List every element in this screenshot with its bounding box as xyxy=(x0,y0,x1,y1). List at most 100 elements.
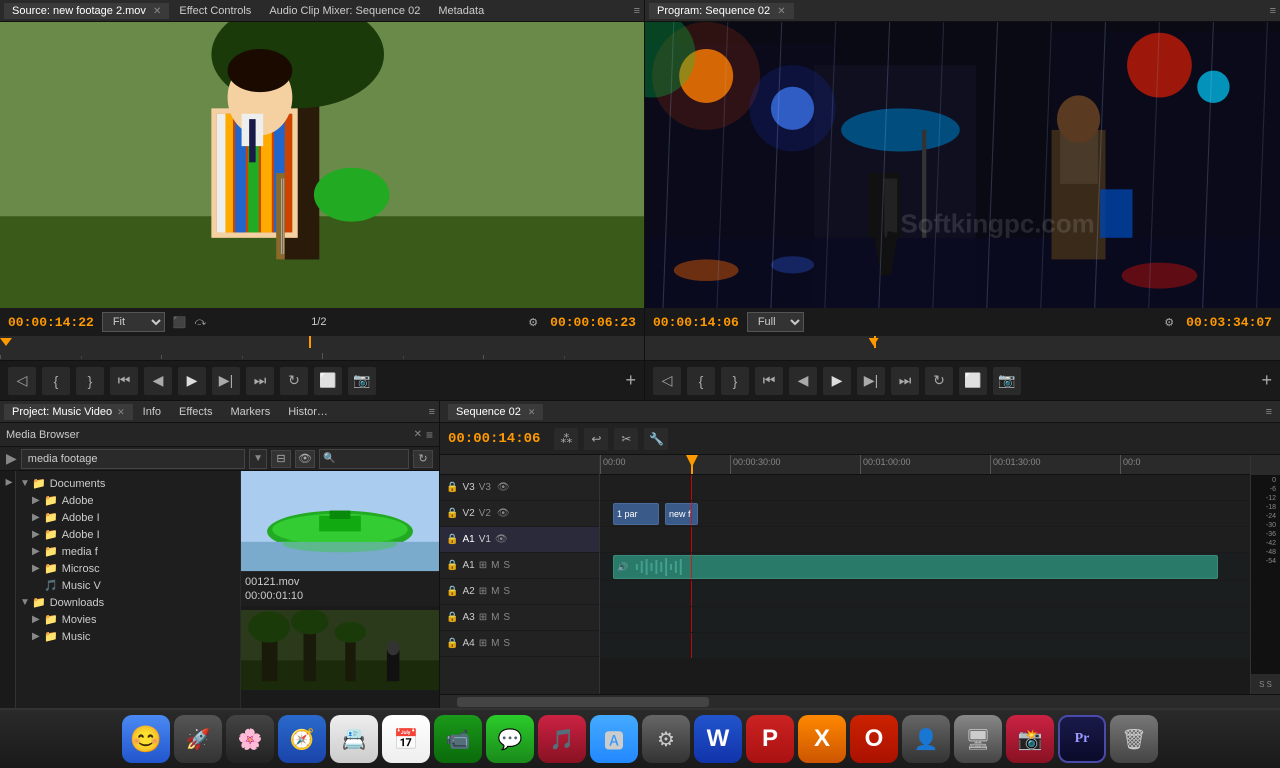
program-fit-dropdown[interactable]: Full Fit 50% xyxy=(747,312,804,332)
tab-project[interactable]: Project: Music Video ✕ xyxy=(4,404,133,420)
v2-lock-icon[interactable]: 🔒 xyxy=(446,508,458,519)
source-loop[interactable]: ↻ xyxy=(280,367,308,395)
v2-clip-1[interactable]: 1 par xyxy=(613,503,659,525)
tree-item-music[interactable]: ▶ 📁 Music xyxy=(16,628,240,645)
a4-m-btn[interactable]: M xyxy=(491,638,499,649)
program-ruler[interactable] xyxy=(645,348,1280,360)
tree-item-documents[interactable]: ▼ 📁 Documents xyxy=(16,475,240,492)
program-scrub-bar[interactable] xyxy=(645,336,1280,348)
source-settings-icon[interactable]: ⚙ xyxy=(528,316,538,329)
source-play[interactable]: ▶ xyxy=(178,367,206,395)
source-mark-out[interactable]: } xyxy=(76,367,104,395)
source-step-back[interactable]: ◀ xyxy=(144,367,172,395)
project-panel-menu[interactable]: ≡ xyxy=(429,406,435,418)
dock-powerpoint[interactable]: P xyxy=(746,715,794,763)
search-input[interactable] xyxy=(338,453,408,465)
dock-remote[interactable]: 🖥 xyxy=(954,715,1002,763)
prog-step-fwd[interactable]: ▶| xyxy=(857,367,885,395)
tab-markers[interactable]: Markers xyxy=(222,404,278,420)
source-step-fwd[interactable]: ▶| xyxy=(212,367,240,395)
dock-music[interactable]: 🎵 xyxy=(538,715,586,763)
timeline-scrollbar[interactable] xyxy=(440,694,1280,708)
tree-item-downloads[interactable]: ▼ 📁 Downloads xyxy=(16,594,240,611)
source-ruler[interactable] xyxy=(0,348,644,360)
dock-opera[interactable]: O xyxy=(850,715,898,763)
v3-lock-icon[interactable]: 🔒 xyxy=(446,482,458,493)
tree-item-microsc[interactable]: ▶ 📁 Microsc xyxy=(16,560,240,577)
tree-item-mediaf[interactable]: ▶ 📁 media f xyxy=(16,543,240,560)
track-row-a2[interactable] xyxy=(600,581,1250,607)
source-mark-clip[interactable]: { xyxy=(42,367,70,395)
a1-s-btn[interactable]: S xyxy=(503,560,510,571)
tab-effect-controls[interactable]: Effect Controls xyxy=(171,3,259,19)
tree-item-movies[interactable]: ▶ 📁 Movies xyxy=(16,611,240,628)
prog-loop[interactable]: ↻ xyxy=(925,367,953,395)
prog-mark-out[interactable]: } xyxy=(721,367,749,395)
close-project-tab[interactable]: ✕ xyxy=(117,407,125,417)
v1-lock-icon[interactable]: 🔒 xyxy=(446,534,458,545)
dock-launchpad[interactable]: 🚀 xyxy=(174,715,222,763)
dock-calendar[interactable]: 📅 xyxy=(382,715,430,763)
prog-goto-in[interactable]: ⏮ xyxy=(755,367,783,395)
a1-lock-icon[interactable]: 🔒 xyxy=(446,560,458,571)
close-program-tab[interactable]: ✕ xyxy=(777,6,785,17)
dock-photos[interactable]: 🌸 xyxy=(226,715,274,763)
prog-play[interactable]: ▶ xyxy=(823,367,851,395)
source-goto-in[interactable]: ⏮ xyxy=(110,367,138,395)
dock-premiere[interactable]: Pr xyxy=(1058,715,1106,763)
source-insert-icon[interactable]: ⬛ xyxy=(173,316,187,329)
source-mark-in[interactable]: ◁ xyxy=(8,367,36,395)
dock-xmind[interactable]: X xyxy=(798,715,846,763)
track-row-a1[interactable]: 🔊 xyxy=(600,553,1250,581)
filter-icon[interactable]: ⊟ xyxy=(271,450,291,468)
a2-lock-icon[interactable]: 🔒 xyxy=(446,586,458,597)
source-add-btn[interactable]: + xyxy=(625,370,636,391)
a1-clip[interactable]: 🔊 xyxy=(613,555,1218,579)
scrollbar-thumb[interactable] xyxy=(457,697,709,707)
source-extract-icon[interactable]: ⤼ xyxy=(195,316,207,329)
track-row-a3[interactable] xyxy=(600,607,1250,633)
tree-item-adobe2[interactable]: ▶ 📁 Adobe I xyxy=(16,509,240,526)
prog-goto-out[interactable]: ⏭ xyxy=(891,367,919,395)
tl-ripple-btn[interactable]: ↩ xyxy=(584,428,608,450)
dock-photobooth[interactable]: 📸 xyxy=(1006,715,1054,763)
close-media-browser[interactable]: ✕ xyxy=(414,429,422,440)
track-row-v1[interactable] xyxy=(600,527,1250,553)
tree-item-adobe3[interactable]: ▶ 📁 Adobe I xyxy=(16,526,240,543)
a1-m-btn[interactable]: M xyxy=(491,560,499,571)
a3-s-btn[interactable]: S xyxy=(503,612,510,623)
dock-activity[interactable]: ⚙ xyxy=(642,715,690,763)
dock-messages[interactable]: 💬 xyxy=(486,715,534,763)
a3-lock-icon[interactable]: 🔒 xyxy=(446,612,458,623)
v3-eye-icon[interactable]: 👁 xyxy=(497,482,510,493)
prog-mark-clip[interactable]: { xyxy=(687,367,715,395)
dock-contacts[interactable]: 📇 xyxy=(330,715,378,763)
a1-sync-icon[interactable]: ⊞ xyxy=(479,560,487,571)
tab-effects[interactable]: Effects xyxy=(171,404,220,420)
prog-mark-in[interactable]: ◁ xyxy=(653,367,681,395)
a3-sync-icon[interactable]: ⊞ xyxy=(479,612,487,623)
refresh-icon[interactable]: ↻ xyxy=(413,450,433,468)
timeline-menu[interactable]: ≡ xyxy=(1266,406,1272,418)
v2-eye-icon[interactable]: 👁 xyxy=(497,508,510,519)
a2-sync-icon[interactable]: ⊞ xyxy=(479,586,487,597)
prog-step-back[interactable]: ◀ xyxy=(789,367,817,395)
source-scrub-bar[interactable] xyxy=(0,336,644,348)
media-browser-menu-icon[interactable]: ≡ xyxy=(426,428,433,442)
sequence-tab[interactable]: Sequence 02 ✕ xyxy=(448,404,543,420)
v1-eye-icon[interactable]: 👁 xyxy=(495,534,508,545)
program-settings-icon[interactable]: ⚙ xyxy=(1164,316,1174,329)
view-toggle-icon[interactable]: 👁 xyxy=(295,450,315,468)
source-goto-out[interactable]: ⏭ xyxy=(246,367,274,395)
a3-m-btn[interactable]: M xyxy=(491,612,499,623)
a2-m-btn[interactable]: M xyxy=(491,586,499,597)
tab-info[interactable]: Info xyxy=(135,404,169,420)
dock-safari[interactable]: 🧭 xyxy=(278,715,326,763)
dock-finder[interactable]: 😊 xyxy=(122,715,170,763)
a4-lock-icon[interactable]: 🔒 xyxy=(446,638,458,649)
track-row-a4[interactable] xyxy=(600,633,1250,659)
a4-sync-icon[interactable]: ⊞ xyxy=(479,638,487,649)
panel-collapse-icon[interactable]: ◀ xyxy=(1,475,15,489)
v2-clip-2[interactable]: new f xyxy=(665,503,698,525)
tab-source[interactable]: Source: new footage 2.mov ✕ xyxy=(4,3,169,19)
